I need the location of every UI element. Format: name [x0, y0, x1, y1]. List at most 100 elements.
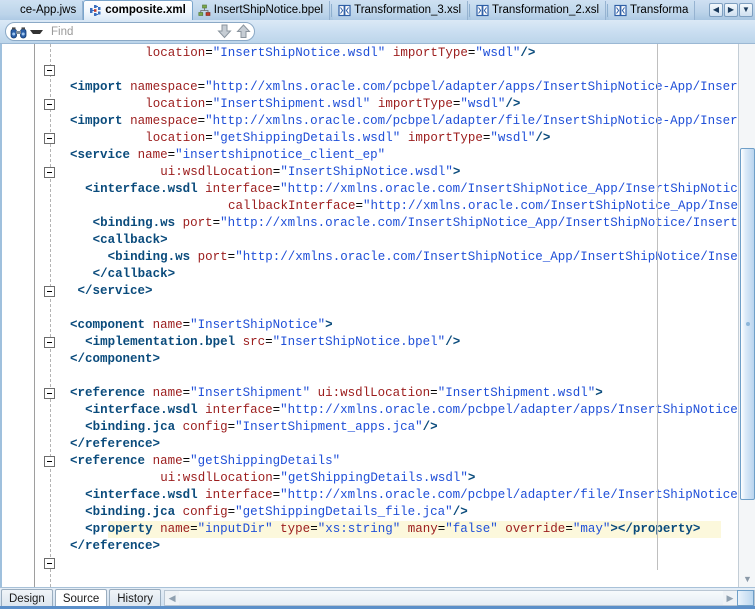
fold-toggle-icon[interactable] [44, 388, 55, 399]
code-token: = [205, 97, 213, 111]
code-line[interactable]: <binding.ws port="http://xmlns.oracle.co… [93, 215, 738, 232]
editor-tab-ce-app-jws[interactable]: ce-App.jws [0, 1, 84, 20]
code-line[interactable]: location="InsertShipment.wsdl" importTyp… [145, 96, 520, 113]
source-editor[interactable]: location="InsertShipNotice.wsdl" importT… [0, 44, 755, 587]
code-token: <binding.ws [107, 250, 191, 264]
code-line[interactable]: </callback> [93, 266, 176, 283]
code-token: /> [535, 131, 551, 145]
code-line[interactable]: callbackInterface="http://xmlns.oracle.c… [228, 198, 738, 215]
find-toolbar [0, 20, 755, 44]
code-line[interactable]: <property name="inputDir" type="xs:strin… [85, 521, 700, 538]
code-line[interactable]: <binding.jca config="getShippingDetails_… [85, 504, 468, 521]
binoculars-icon[interactable] [10, 26, 27, 38]
code-line[interactable]: <interface.wsdl interface="http://xmlns.… [85, 181, 738, 198]
code-line[interactable]: <reference name="InsertShipment" ui:wsdl… [70, 385, 603, 402]
editor-horizontal-scrollbar[interactable]: ◀ ▶ [164, 590, 755, 606]
editor-tab-transformation-3-xsl[interactable]: Transformation_3.xsl [333, 1, 469, 20]
code-line[interactable]: <reference name="getShippingDetails" [70, 453, 340, 470]
code-line[interactable]: <binding.ws port="http://xmlns.oracle.co… [108, 249, 738, 266]
code-line[interactable]: <interface.wsdl interface="http://xmlns.… [85, 402, 738, 419]
code-token: "getShippingDetails.wsdl" [212, 131, 401, 145]
code-token: <interface.wsdl [85, 182, 198, 196]
tab-separator [469, 3, 471, 17]
code-token: "wsdl" [460, 97, 506, 111]
find-previous-button[interactable] [235, 23, 252, 40]
chevron-down-icon: ▼ [742, 5, 750, 14]
scroll-down-button[interactable]: ▼ [739, 570, 755, 587]
find-input[interactable] [49, 24, 216, 39]
code-line[interactable]: ui:wsdlLocation="InsertShipNotice.wsdl"> [160, 164, 460, 181]
horizontal-scrollbar-thumb[interactable] [737, 590, 754, 606]
fold-guide-line [50, 44, 51, 587]
code-token: </reference> [70, 539, 161, 553]
code-token: /> [445, 335, 461, 349]
scroll-right-button[interactable]: ▶ [723, 591, 737, 605]
code-token: location [145, 97, 206, 111]
code-line[interactable]: <implementation.bpel src="InsertShipNoti… [85, 334, 460, 351]
code-line[interactable]: </component> [70, 351, 160, 368]
jws-file-icon [4, 4, 17, 17]
code-line[interactable]: <callback> [93, 232, 168, 249]
code-line[interactable]: ui:wsdlLocation="getShippingDetails.wsdl… [160, 470, 475, 487]
editor-tab-composite-xml[interactable]: composite.xml [83, 0, 193, 20]
fold-toggle-icon[interactable] [44, 456, 55, 467]
tab-list-button[interactable]: ▼ [739, 2, 753, 17]
code-line[interactable]: </service> [78, 283, 153, 300]
tab-label: Design [9, 592, 45, 605]
fold-toggle-icon[interactable] [44, 133, 55, 144]
code-text-area[interactable]: location="InsertShipNotice.wsdl" importT… [55, 44, 738, 570]
code-token: > [325, 318, 333, 332]
xsl-file-icon [476, 4, 489, 17]
code-line[interactable]: <component name="InsertShipNotice"> [70, 317, 333, 334]
code-token: </service> [77, 284, 153, 298]
editor-vertical-scrollbar[interactable]: ▼ [738, 44, 755, 587]
code-token: "http://xmlns.oracle.com/InsertShipNotic… [363, 199, 738, 213]
code-token: "InsertShipNotice.bpel" [272, 335, 446, 349]
find-box[interactable] [5, 22, 255, 41]
editor-tab-transformation-2-xsl[interactable]: Transformation_2.xsl [471, 1, 606, 20]
code-token: <interface.wsdl [85, 403, 198, 417]
fold-toggle-icon[interactable] [44, 99, 55, 110]
code-line[interactable]: </reference> [70, 538, 160, 555]
code-token: "InsertShipment_apps.jca" [235, 420, 423, 434]
code-line[interactable]: <import namespace="http://xmlns.oracle.c… [70, 113, 738, 130]
find-next-button[interactable] [216, 23, 233, 40]
editor-tab-transformation-1-xsl[interactable]: Transforma [609, 1, 696, 20]
code-token: = [205, 131, 213, 145]
code-token: "inputDir" [197, 522, 273, 536]
code-token: "xs:string" [317, 522, 401, 536]
tab-scroll-right-button[interactable]: ▶ [724, 2, 738, 17]
code-line[interactable]: </reference> [70, 436, 160, 453]
horizontal-scrollbar-track[interactable] [179, 591, 723, 605]
code-line[interactable]: <service name="insertshipnotice_client_e… [70, 147, 385, 164]
fold-toggle-icon[interactable] [44, 558, 55, 569]
code-line[interactable]: <interface.wsdl interface="http://xmlns.… [85, 487, 738, 504]
code-line[interactable]: <binding.jca config="InsertShipment_apps… [85, 419, 438, 436]
vertical-scrollbar-thumb[interactable] [740, 148, 755, 500]
code-line[interactable]: <import namespace="http://xmlns.oracle.c… [70, 79, 738, 96]
code-line[interactable]: location="getShippingDetails.wsdl" impor… [145, 130, 550, 147]
code-token: "may" [572, 522, 611, 536]
fold-toggle-icon[interactable] [44, 286, 55, 297]
editor-tab-insertshipnotice-bpel[interactable]: InsertShipNotice.bpel [192, 1, 331, 20]
code-token: many [407, 522, 438, 536]
chevron-down-icon[interactable] [30, 29, 43, 34]
fold-toggle-icon[interactable] [44, 167, 55, 178]
tab-separator [331, 3, 333, 17]
code-folding-column[interactable] [36, 44, 55, 587]
fold-toggle-icon[interactable] [44, 337, 55, 348]
code-token: "getShippingDetails_file.jca" [235, 505, 453, 519]
code-token: importType [377, 97, 453, 111]
code-line[interactable]: location="InsertShipNotice.wsdl" importT… [145, 45, 535, 62]
fold-toggle-icon[interactable] [44, 65, 55, 76]
scroll-left-button[interactable]: ◀ [165, 591, 179, 605]
code-token: "false" [445, 522, 498, 536]
tab-scroll-left-button[interactable]: ◀ [709, 2, 723, 17]
code-token: <component [70, 318, 146, 332]
